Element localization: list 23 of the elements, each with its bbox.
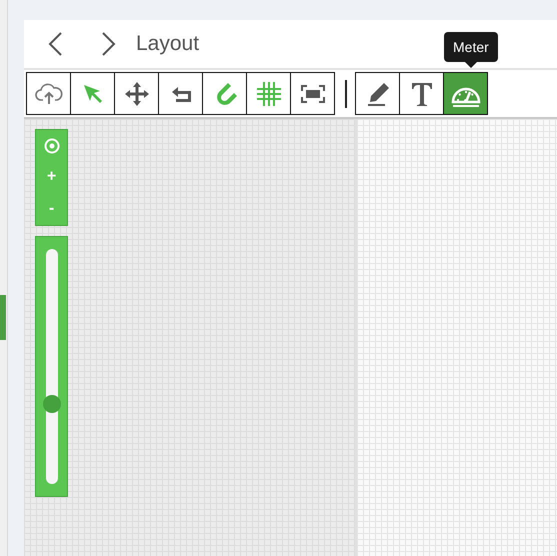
- slider-thumb[interactable]: [42, 395, 60, 414]
- tooltip: Meter: [444, 32, 498, 62]
- meter-tool-button[interactable]: [443, 72, 488, 115]
- zoom-slider[interactable]: [35, 236, 68, 497]
- pencil-tool-button[interactable]: [355, 72, 400, 115]
- zoom-in-button[interactable]: +: [46, 169, 56, 186]
- tooltip-arrow: [464, 62, 477, 68]
- fit-tool-button[interactable]: [290, 72, 335, 115]
- magnet-tool-button[interactable]: [202, 72, 247, 115]
- zoom-out-button[interactable]: -: [48, 201, 54, 218]
- grid-tool-button[interactable]: [246, 72, 291, 115]
- target-icon: [44, 138, 60, 154]
- fit-screen-icon: [300, 84, 324, 102]
- cloud-upload-icon: [34, 82, 62, 106]
- move-tool-button[interactable]: [114, 72, 159, 115]
- undo-tool-button[interactable]: [158, 72, 203, 115]
- upload-tool-button[interactable]: [26, 72, 71, 115]
- text-tool-button[interactable]: [399, 72, 444, 115]
- move-icon: [124, 80, 150, 106]
- text-tool-icon: [410, 80, 434, 106]
- page-title: Layout: [136, 32, 200, 56]
- pointer-tool-button[interactable]: [70, 72, 115, 115]
- grid-icon: [256, 80, 282, 106]
